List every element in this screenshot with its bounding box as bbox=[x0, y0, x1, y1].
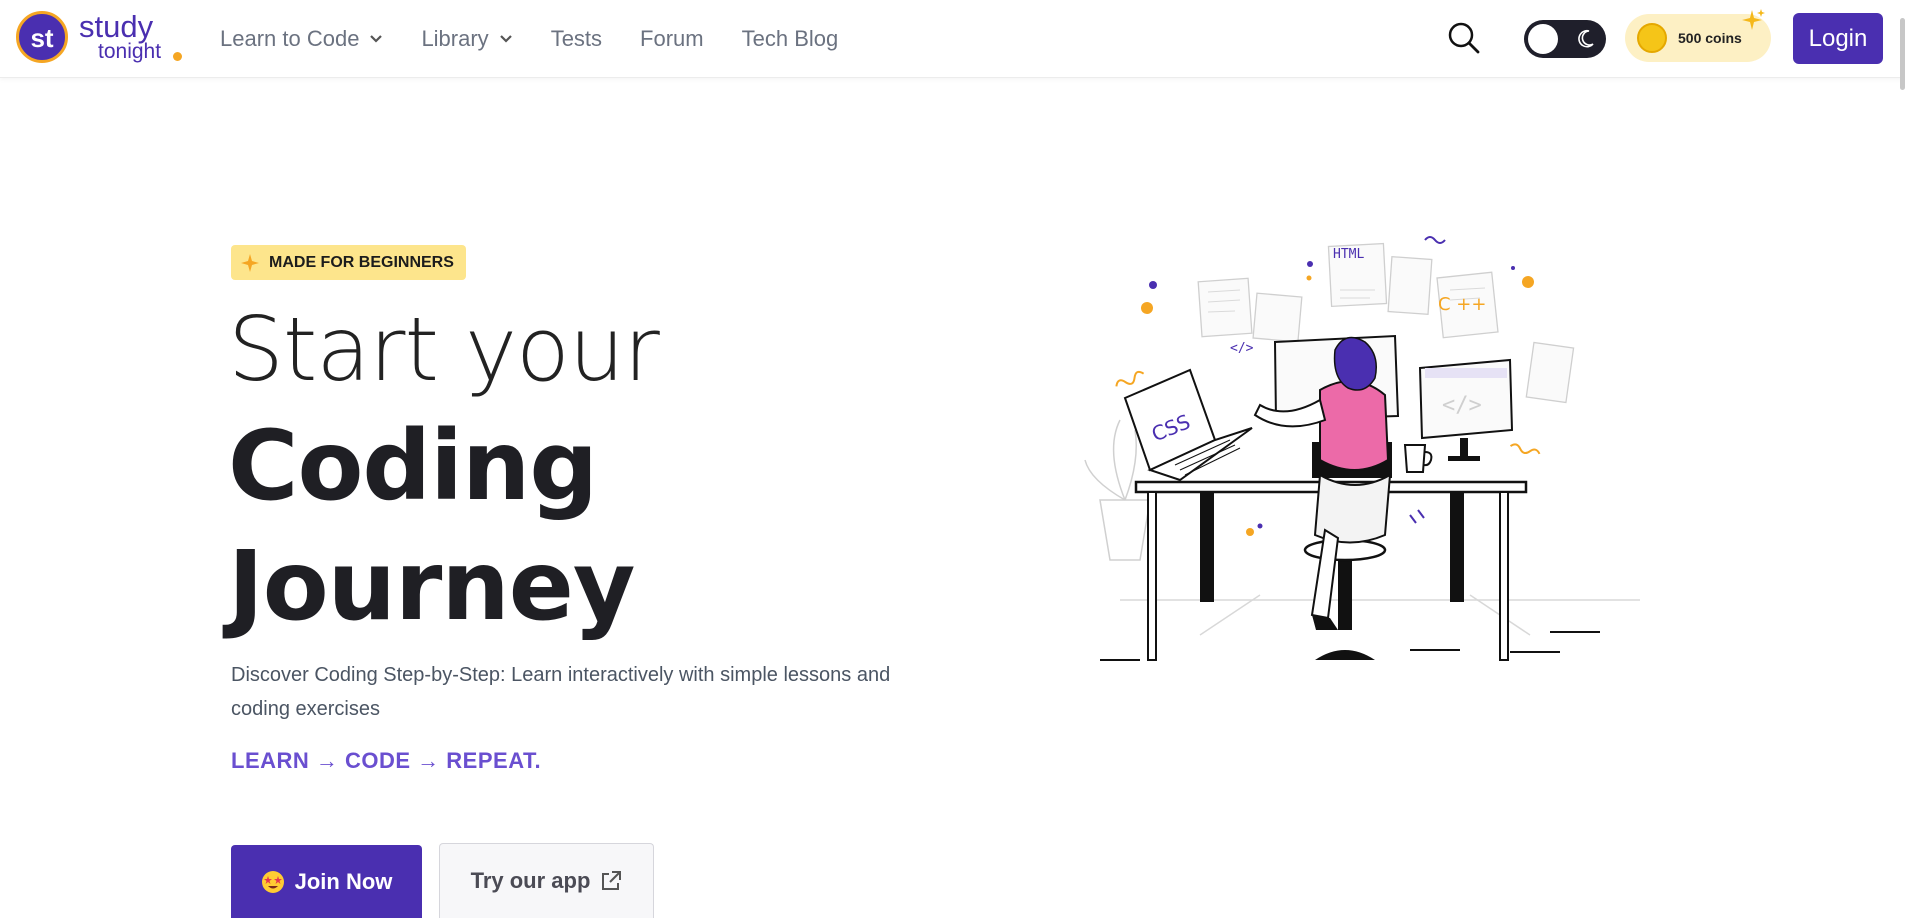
scrollbar-thumb[interactable] bbox=[1900, 18, 1905, 90]
toggle-knob bbox=[1528, 24, 1558, 54]
hero-heading-line3: Journey bbox=[228, 530, 635, 642]
moon-icon bbox=[1578, 29, 1594, 48]
sparkle-icon bbox=[1742, 9, 1765, 30]
coins-count: 500 coins bbox=[1678, 30, 1742, 46]
hero-description: Discover Coding Step-by-Step: Learn inte… bbox=[231, 664, 891, 720]
sparkle-icon bbox=[241, 253, 259, 272]
illustration-cpp-label: C ++ bbox=[1438, 294, 1486, 315]
nav-library[interactable]: Library bbox=[421, 26, 512, 52]
search-button[interactable] bbox=[1446, 20, 1482, 56]
illustration-html-label: HTML bbox=[1333, 247, 1364, 262]
illustration-tag-label: </> bbox=[1230, 341, 1254, 356]
badge-label: MADE FOR BEGINNERS bbox=[269, 253, 454, 271]
nav-forum[interactable]: Forum bbox=[640, 26, 704, 52]
chevron-down-icon bbox=[499, 35, 512, 43]
coder-at-desk-illustration: HTML C ++ </> CSS </> bbox=[1084, 236, 1640, 661]
join-now-button[interactable]: Join Now bbox=[231, 845, 422, 918]
theme-toggle[interactable] bbox=[1524, 20, 1606, 58]
logo-word-tonight: tonight bbox=[98, 40, 162, 63]
hero-tagline: LEARN → CODE → REPEAT. bbox=[231, 748, 542, 773]
try-app-button[interactable]: Try our app bbox=[439, 843, 654, 918]
nav-tests[interactable]: Tests bbox=[551, 26, 602, 52]
search-icon bbox=[1448, 22, 1480, 54]
top-navbar: st study tonight Learn to Code Library T… bbox=[0, 0, 1905, 90]
nav-label: Learn to Code bbox=[220, 26, 360, 51]
join-now-label: Join Now bbox=[294, 868, 393, 894]
studytonight-logo[interactable]: st study tonight bbox=[16, 9, 186, 67]
chevron-down-icon bbox=[370, 35, 383, 43]
beginners-badge: MADE FOR BEGINNERS bbox=[231, 245, 466, 280]
hero-heading-line2: Coding bbox=[228, 410, 598, 522]
nav-label: Tests bbox=[550, 26, 603, 51]
main-nav: Learn to Code Library Tests Forum Tech B… bbox=[220, 0, 876, 78]
hero-heading-line1: Start your bbox=[228, 298, 660, 401]
nav-label: Tech Blog bbox=[741, 26, 839, 51]
logo-dot bbox=[173, 52, 182, 61]
try-app-label: Try our app bbox=[470, 868, 591, 893]
coin-icon bbox=[1637, 23, 1667, 53]
nav-tech-blog[interactable]: Tech Blog bbox=[742, 26, 839, 52]
logo-badge: st bbox=[16, 11, 68, 63]
nav-label: Forum bbox=[640, 26, 704, 51]
star-struck-emoji-icon bbox=[261, 870, 284, 893]
external-link-icon bbox=[602, 871, 622, 890]
login-button[interactable]: Login bbox=[1793, 13, 1883, 64]
nav-learn-to-code[interactable]: Learn to Code bbox=[220, 26, 383, 52]
nav-label: Library bbox=[421, 26, 489, 51]
illustration-code-label: </> bbox=[1442, 393, 1482, 418]
